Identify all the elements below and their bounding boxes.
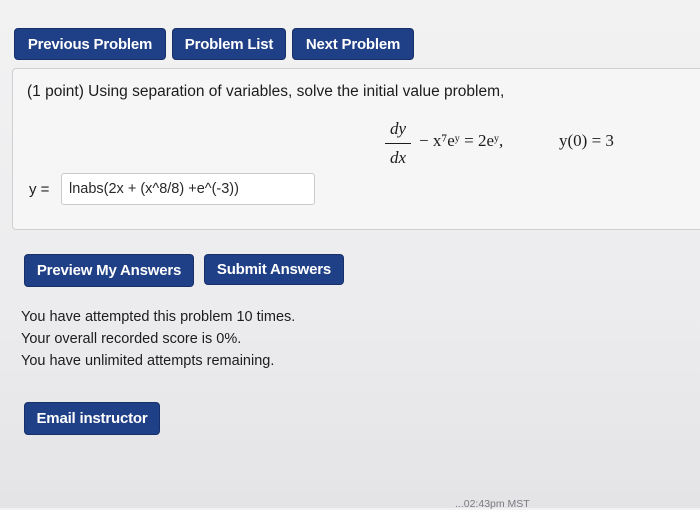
previous-problem-button[interactable]: Previous Problem [14,28,166,60]
problem-prompt: (1 point) Using separation of variables,… [27,83,505,100]
fraction-bar [385,143,411,144]
answer-label: y = [29,181,50,198]
submit-answers-button[interactable]: Submit Answers [204,254,344,285]
remaining-text: You have unlimited attempts remaining. [21,353,275,369]
score-text: Your overall recorded score is 0%. [21,331,242,347]
email-instructor-button[interactable]: Email instructor [24,402,160,435]
problem-list-button[interactable]: Problem List [172,28,286,60]
answer-input[interactable]: lnabs(2x + (x^8/8) +e^(-3)) [61,173,315,205]
fraction-denominator: dx [389,148,407,167]
fraction-numerator: dy [389,119,407,138]
problem-panel: (1 point) Using separation of variables,… [12,68,700,230]
dy-dx-fraction: dy dx [385,117,411,170]
attempt-status: You have attempted this problem 10 times… [21,306,295,372]
initial-condition: y(0) = 3 [559,131,614,150]
equation-rest: − x⁷eʸ = 2eʸ, [419,131,504,150]
next-problem-button[interactable]: Next Problem [292,28,414,60]
preview-answers-button[interactable]: Preview My Answers [24,254,194,287]
footer-timestamp: ...02:43pm MST [455,498,530,510]
attempts-text: You have attempted this problem 10 times… [21,309,296,325]
